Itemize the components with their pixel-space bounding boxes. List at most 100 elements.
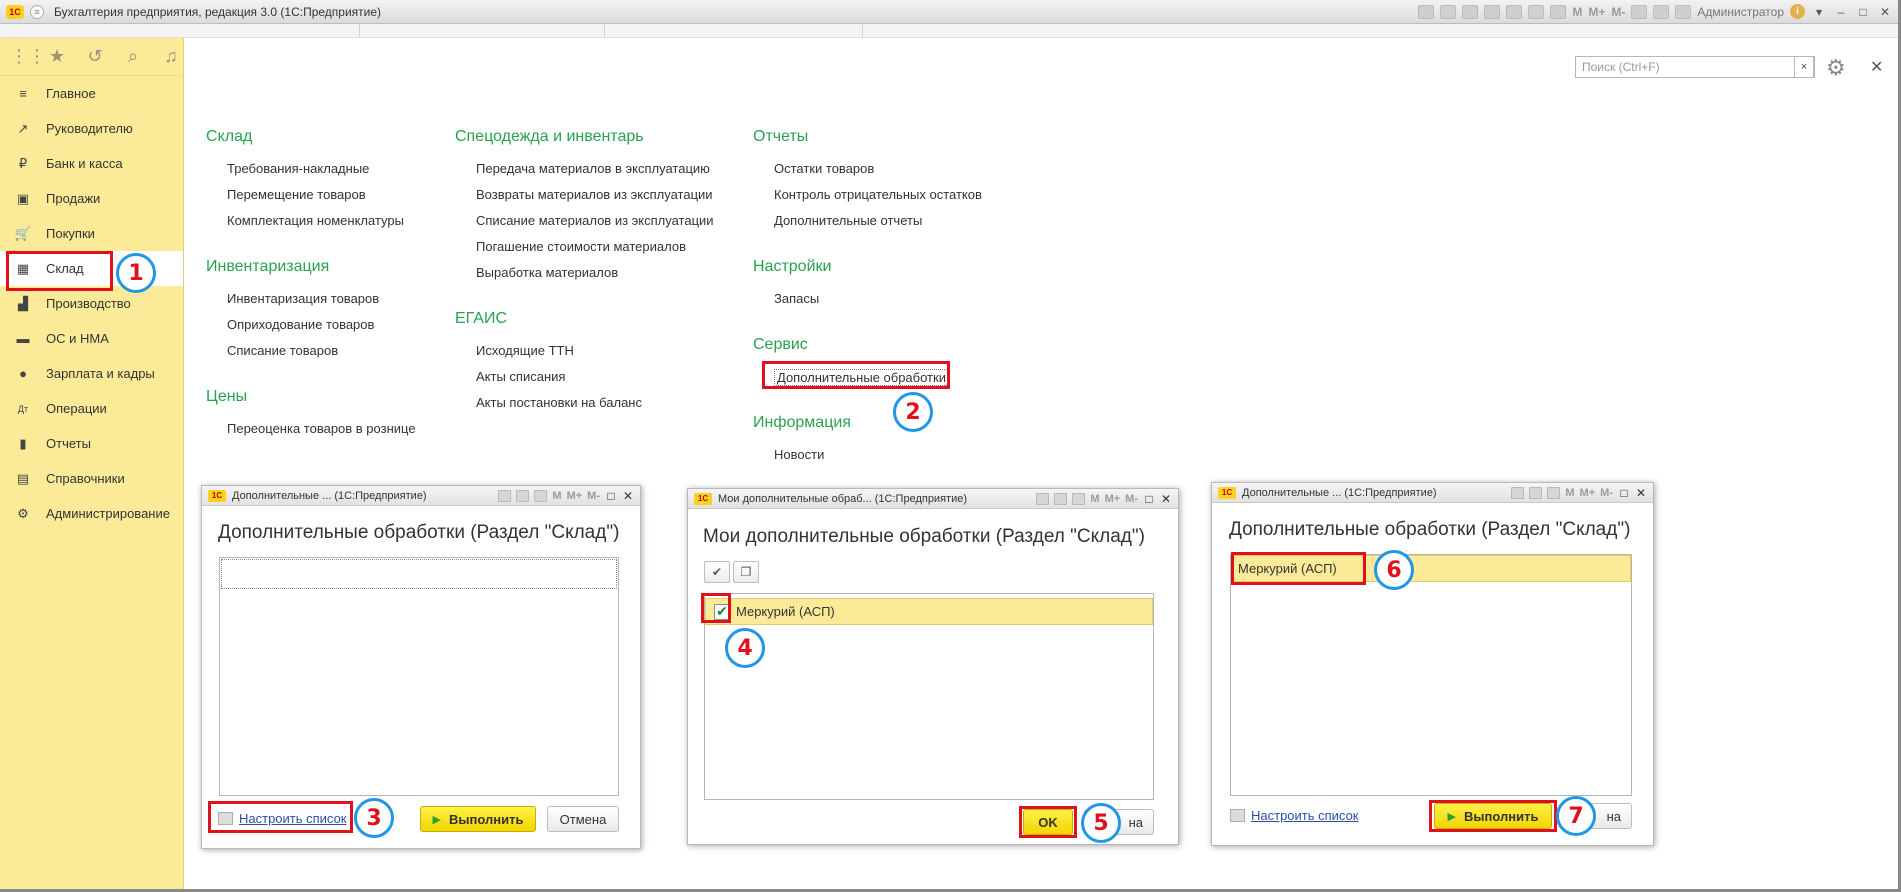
user-name[interactable]: Администратор [1697,5,1784,19]
trend-icon: ↗ [17,120,29,136]
window-tab[interactable] [360,24,605,38]
memory-m-plus-button[interactable]: M+ [567,490,583,502]
link-requisitions[interactable]: Требования-накладные [227,161,369,176]
find-icon[interactable] [1462,4,1479,19]
configure-list-link[interactable]: Настроить список [1230,808,1359,823]
sidebar-item-manager[interactable]: ↗ Руководителю [0,111,183,146]
search-clear-button[interactable]: × [1794,56,1814,78]
memory-m-button[interactable]: M [1090,493,1099,505]
sidebar-item-reports[interactable]: ▮ Отчеты [0,426,183,461]
memory-m-minus-button[interactable]: M- [1611,5,1625,19]
search-icon[interactable]: ⌕ [124,46,142,67]
minimize-button[interactable]: – [1833,5,1849,19]
favorites-star-icon[interactable]: ★ [48,46,66,67]
processing-list[interactable] [219,557,619,796]
link-materials-repayment[interactable]: Погашение стоимости материалов [476,239,686,254]
calendar-icon[interactable] [1550,4,1567,19]
link-outgoing-ttn[interactable]: Исходящие ТТН [476,343,574,358]
memory-m-button[interactable]: M [1565,487,1574,499]
check-all-icon[interactable]: ✔ [704,561,730,583]
window-tab[interactable] [0,24,360,38]
sidebar-item-purchases[interactable]: 🛒 Покупки [0,216,183,251]
run-button[interactable]: ▶ Выполнить [420,806,536,832]
link-stock-balance[interactable]: Остатки товаров [774,161,874,176]
menu-button[interactable]: ≡ [30,4,44,19]
link-materials-transfer[interactable]: Передача материалов в эксплуатацию [476,161,710,176]
calendar-icon[interactable] [534,489,548,502]
print-icon[interactable] [498,489,512,502]
maximize-button[interactable]: □ [1618,486,1630,500]
sidebar-item-directories[interactable]: ▤ Справочники [0,461,183,496]
sidebar-item-administration[interactable]: ⚙ Администрирование [0,496,183,531]
memory-m-plus-button[interactable]: M+ [1588,5,1605,19]
print-icon[interactable] [1036,492,1050,505]
window-tab[interactable] [605,24,863,38]
history-icon[interactable]: ↺ [86,46,104,67]
list-item-mercury[interactable]: ✔ Меркурий (АСП) [705,598,1153,625]
calculator-icon[interactable] [516,489,530,502]
link-goods-receipt[interactable]: Оприходование товаров [227,317,374,332]
dialog-additional-processing-filled: 1С Дополнительные ... (1С:Предприятие) M… [1211,482,1654,846]
all-functions-icon[interactable]: ⋮⋮ [10,46,46,67]
sidebar-item-salary[interactable]: ● Зарплата и кадры [0,356,183,391]
link-stocks[interactable]: Запасы [774,291,819,306]
sidebar-item-main[interactable]: ≡ Главное [0,76,183,111]
print-icon[interactable] [1440,4,1457,19]
window-menu-chevron-icon[interactable]: ▾ [1811,5,1827,19]
close-dialog-button[interactable]: ✕ [1635,486,1647,500]
link-news[interactable]: Новости [774,447,824,462]
list-item-empty[interactable] [221,559,617,589]
close-section-button[interactable]: ✕ [1870,57,1883,77]
calculator-icon[interactable] [1528,4,1545,19]
print-icon[interactable] [1511,486,1525,499]
link-balance-acts[interactable]: Акты постановки на баланс [476,395,642,410]
info-icon[interactable]: i [1790,4,1805,19]
calculator-icon[interactable] [1054,492,1068,505]
settings-gear-icon[interactable]: ⚙ [1826,55,1846,81]
memory-m-minus-button[interactable]: M- [1600,487,1613,499]
sidebar-item-production[interactable]: ▟ Производство [0,286,183,321]
sidebar-item-operations[interactable]: Дт Операции [0,391,183,426]
link-kitting[interactable]: Комплектация номенклатуры [227,213,404,228]
sidebar-item-bank[interactable]: ₽ Банк и касса [0,146,183,181]
link-writeoff-acts[interactable]: Акты списания [476,369,565,384]
favorites-icon[interactable] [1506,4,1523,19]
uncheck-all-icon[interactable]: ❐ [733,561,759,583]
memory-m-button[interactable]: M [552,490,561,502]
search-input[interactable]: Поиск (Ctrl+F) [1575,56,1815,78]
link-materials-return[interactable]: Возвраты материалов из эксплуатации [476,187,713,202]
calculator-icon[interactable] [1529,486,1543,499]
maximize-button[interactable]: □ [605,489,617,503]
link-goods-transfer[interactable]: Перемещение товаров [227,187,366,202]
close-window-button[interactable]: ✕ [1877,5,1893,19]
link-negative-balance-control[interactable]: Контроль отрицательных остатков [774,187,982,202]
sidebar-item-sales[interactable]: ▣ Продажи [0,181,183,216]
link-inventory-goods[interactable]: Инвентаризация товаров [227,291,379,306]
close-dialog-button[interactable]: ✕ [622,489,634,503]
window-list-icon[interactable] [1675,4,1692,19]
save-icon[interactable] [1418,4,1435,19]
maximize-button[interactable]: □ [1855,5,1871,19]
processing-list[interactable] [1230,554,1632,796]
calendar-icon[interactable] [1072,492,1086,505]
link-materials-writeoff[interactable]: Списание материалов из эксплуатации [476,213,714,228]
sidebar-item-assets[interactable]: ▬ ОС и НМА [0,321,183,356]
memory-m-plus-button[interactable]: M+ [1105,493,1121,505]
link-goods-writeoff[interactable]: Списание товаров [227,343,338,358]
link-materials-output[interactable]: Выработка материалов [476,265,618,280]
close-dialog-button[interactable]: ✕ [1160,492,1172,506]
zoom-in-icon[interactable] [1631,4,1648,19]
maximize-button[interactable]: □ [1143,492,1155,506]
link-retail-revaluation[interactable]: Переоценка товаров в рознице [227,421,416,436]
cancel-button[interactable]: Отмена [547,806,619,832]
calendar-icon[interactable] [1547,486,1561,499]
zoom-out-icon[interactable] [1653,4,1670,19]
link-additional-reports[interactable]: Дополнительные отчеты [774,213,922,228]
memory-m-minus-button[interactable]: M- [587,490,600,502]
highlight-frame [762,361,950,389]
memory-m-button[interactable]: M [1572,5,1582,19]
memory-m-minus-button[interactable]: M- [1125,493,1138,505]
notifications-bell-icon[interactable]: ♫ [162,46,180,67]
memory-m-plus-button[interactable]: M+ [1580,487,1596,499]
link-icon[interactable] [1484,4,1501,19]
